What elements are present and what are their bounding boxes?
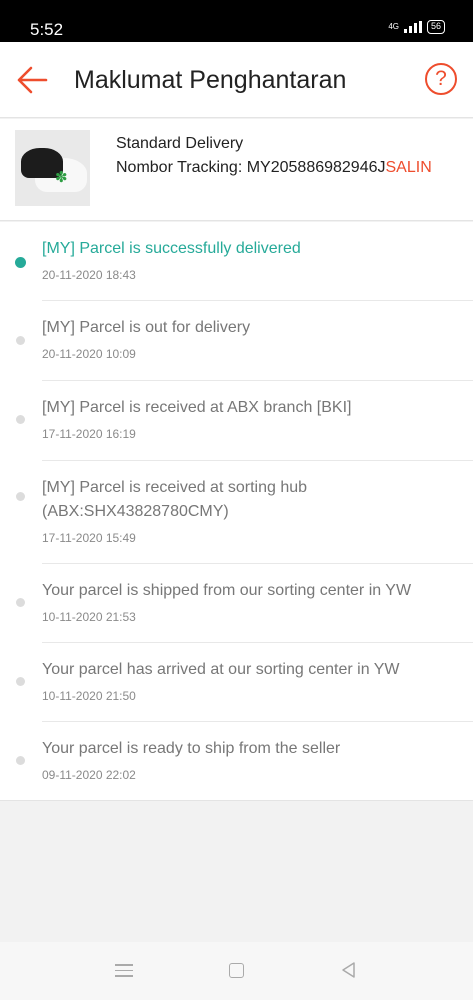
event-timestamp: 20-11-2020 18:43 (42, 268, 136, 282)
delivery-info-card: ✽ Standard Delivery Nombor Tracking: MY2… (0, 119, 473, 221)
status-icons: 4G 56 (388, 20, 445, 34)
timeline-dot (16, 415, 25, 424)
status-bar: 5:52 4G 56 (0, 0, 473, 42)
event-description: Your parcel has arrived at our sorting c… (42, 661, 400, 678)
product-thumbnail: ✽ (15, 130, 90, 206)
timeline-dot (16, 756, 25, 765)
event-description: [MY] Parcel is received at ABX branch [B… (42, 399, 352, 416)
delivery-type: Standard Delivery (116, 135, 244, 152)
signal-icon (403, 21, 422, 33)
app-header: Maklumat Penghantaran ? (0, 42, 473, 118)
event-description: Your parcel is shipped from our sorting … (42, 582, 412, 599)
back-triangle-icon[interactable] (340, 961, 358, 979)
divider (42, 460, 473, 461)
network-type: 4G (388, 22, 399, 31)
page-title: Maklumat Penghantaran (74, 66, 347, 94)
copy-tracking-button[interactable]: SALIN (386, 159, 432, 176)
timeline-dot (16, 677, 25, 686)
timeline-dot (16, 336, 25, 345)
event-timestamp: 09-11-2020 22:02 (42, 768, 136, 782)
divider (42, 563, 473, 564)
event-timestamp: 20-11-2020 10:09 (42, 347, 136, 361)
event-timestamp: 10-11-2020 21:50 (42, 689, 136, 703)
tracking-row: Nombor Tracking: MY205886982946JSALIN (116, 159, 432, 177)
menu-icon[interactable] (115, 964, 133, 981)
help-circle-icon[interactable]: ? (425, 63, 457, 95)
divider (42, 300, 473, 301)
home-icon[interactable] (229, 963, 244, 978)
tracking-number: MY205886982946J (246, 159, 386, 176)
event-description: Your parcel is ready to ship from the se… (42, 740, 341, 757)
event-timestamp: 10-11-2020 21:53 (42, 610, 136, 624)
event-timestamp: 17-11-2020 16:19 (42, 427, 136, 441)
event-description: [MY] Parcel is out for delivery (42, 319, 251, 336)
event-description: [MY] Parcel is received at sorting hub (… (42, 479, 308, 520)
arrow-left-icon[interactable] (14, 62, 50, 98)
divider (42, 642, 473, 643)
divider (42, 380, 473, 381)
event-description: [MY] Parcel is successfully delivered (42, 240, 301, 257)
battery-icon: 56 (426, 20, 445, 34)
timeline-dot (16, 492, 25, 501)
event-timestamp: 17-11-2020 15:49 (42, 531, 136, 545)
tracking-timeline: [MY] Parcel is successfully delivered 20… (0, 222, 473, 801)
divider (42, 721, 473, 722)
system-nav-bar (0, 942, 473, 1000)
timeline-dot (16, 598, 25, 607)
tracking-label: Nombor Tracking: (116, 159, 243, 176)
status-time: 5:52 (30, 20, 64, 39)
timeline-dot-active (15, 257, 26, 268)
